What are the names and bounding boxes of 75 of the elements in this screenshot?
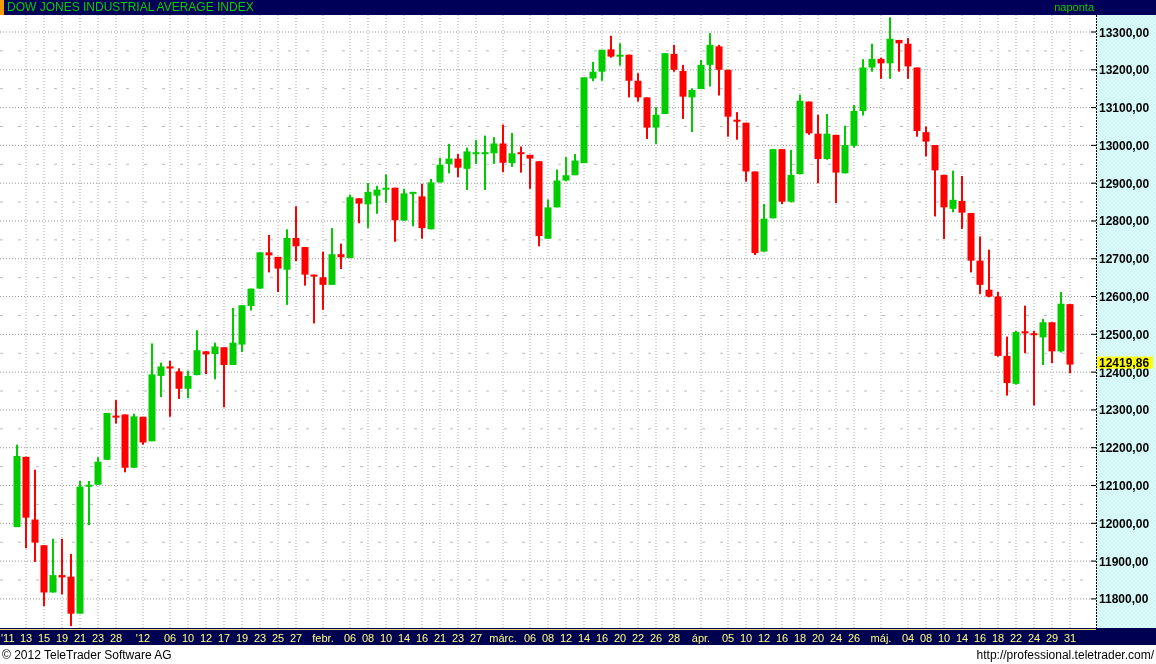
chart-title: DOW JONES INDUSTRIAL AVERAGE INDEX <box>7 0 254 15</box>
axis-label: 12300,00 <box>1099 403 1150 418</box>
axis-label: 08 <box>361 632 375 644</box>
axis-label: 13300,00 <box>1099 25 1150 40</box>
axis-label: 08 <box>541 632 555 644</box>
axis-label: 25 <box>271 632 285 644</box>
axis-label: 12200,00 <box>1099 441 1150 456</box>
axis-label: 17 <box>217 632 231 644</box>
axis-label: 13 <box>19 632 33 644</box>
axis-label: 13100,00 <box>1099 101 1150 116</box>
axis-label: 28 <box>667 632 681 644</box>
axis-label: 12600,00 <box>1099 290 1150 305</box>
axis-label: 15 <box>37 632 51 644</box>
axis-label: 20 <box>613 632 627 644</box>
axis-label: ápr. <box>691 632 711 644</box>
axis-label: 13200,00 <box>1099 63 1150 78</box>
axis-label: 19 <box>55 632 69 644</box>
title-accent <box>0 0 4 15</box>
axis-label: 23 <box>253 632 267 644</box>
axis-label: 22 <box>1009 632 1023 644</box>
axis-label: 05 <box>721 632 735 644</box>
axis-label: 24 <box>829 632 843 644</box>
axis-label: 16 <box>415 632 429 644</box>
axis-label: 16 <box>775 632 789 644</box>
copyright-text: © 2012 TeleTrader Software AG <box>1 647 173 662</box>
axis-label: 04 <box>901 632 915 644</box>
axis-label: 14 <box>397 632 411 644</box>
axis-label: 26 <box>649 632 663 644</box>
axis-label: 06 <box>523 632 537 644</box>
axis-label: 10 <box>739 632 753 644</box>
axis-label: 26 <box>847 632 861 644</box>
axis-label: máj. <box>870 632 892 644</box>
axis-label: 12000,00 <box>1099 516 1150 531</box>
axis-label: márc. <box>489 632 517 644</box>
axis-label: 12800,00 <box>1099 214 1150 229</box>
axis-label: 21 <box>433 632 447 644</box>
axis-label: 11800,00 <box>1099 592 1149 607</box>
axis-label: 16 <box>973 632 987 644</box>
axis-label: 31 <box>1063 632 1077 644</box>
axis-label: '12 <box>135 632 151 644</box>
axis-label: 20 <box>811 632 825 644</box>
axis-label: 10 <box>937 632 951 644</box>
axis-label: 06 <box>163 632 177 644</box>
axis-label: 23 <box>451 632 465 644</box>
axis-label: 12700,00 <box>1099 252 1150 267</box>
axis-label: 18 <box>991 632 1005 644</box>
axis-label: 16 <box>595 632 609 644</box>
axis-label: 12900,00 <box>1099 176 1150 191</box>
axis-label: 12100,00 <box>1099 479 1150 493</box>
axis-label: 24 <box>1027 632 1041 644</box>
axis-label: 10 <box>181 632 195 644</box>
axis-label: 27 <box>469 632 483 644</box>
axis-label: 29 <box>1045 632 1059 644</box>
axis-label: 12 <box>559 632 573 644</box>
year-label: '11 <box>1 632 15 644</box>
axis-label: 12 <box>757 632 771 644</box>
axis-label: 12 <box>199 632 213 644</box>
interval-label: naponta <box>1054 0 1094 15</box>
axis-label: 28 <box>109 632 123 644</box>
axis-label: 21 <box>73 632 87 644</box>
axis-label: 19 <box>235 632 249 644</box>
axis-label: 14 <box>577 632 591 644</box>
axis-label: 22 <box>631 632 645 644</box>
footer-url: http://professional.teletrader.com/ <box>975 647 1155 662</box>
axis-label: 18 <box>793 632 807 644</box>
axis-label: febr. <box>312 632 334 644</box>
axis-label: 11900,00 <box>1099 554 1149 569</box>
axis-label: 13000,00 <box>1099 138 1150 153</box>
axis-label: 23 <box>91 632 105 644</box>
axis-label: 27 <box>289 632 303 644</box>
axis-label: 06 <box>343 632 357 644</box>
axis-label: 10 <box>379 632 393 644</box>
axis-label: 14 <box>955 632 969 644</box>
axis-label: 12500,00 <box>1099 327 1150 342</box>
axis-label: 08 <box>919 632 933 644</box>
